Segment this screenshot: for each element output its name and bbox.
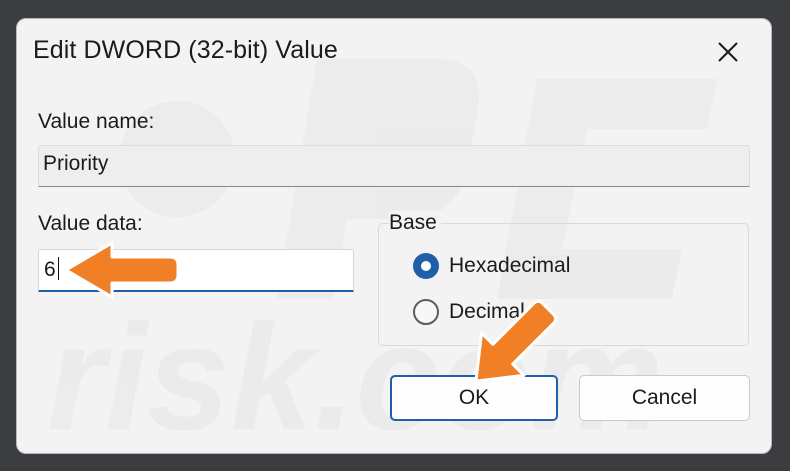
radio-checked-icon [413, 253, 439, 279]
edit-dword-dialog: risk.com Edit DWORD (32-bit) Value Value… [16, 18, 772, 454]
close-icon [718, 42, 738, 62]
radio-decimal-label: Decimal [449, 300, 525, 323]
value-name-field: Priority [38, 145, 750, 187]
text-caret [57, 257, 59, 280]
dialog-title: Edit DWORD (32-bit) Value [33, 36, 338, 64]
value-data-text: 6 [44, 258, 56, 281]
value-data-label: Value data: [38, 212, 143, 235]
ok-button[interactable]: OK [390, 375, 558, 421]
value-data-input[interactable]: 6 [38, 249, 354, 292]
radio-hexadecimal[interactable]: Hexadecimal [413, 253, 570, 279]
radio-decimal[interactable]: Decimal [413, 299, 525, 325]
base-group-box [378, 223, 749, 346]
close-button[interactable] [703, 31, 753, 73]
value-name-label: Value name: [38, 110, 155, 133]
cancel-button[interactable]: Cancel [579, 375, 750, 421]
radio-unchecked-icon [413, 299, 439, 325]
base-legend: Base [389, 211, 441, 235]
screen-background: risk.com Edit DWORD (32-bit) Value Value… [0, 0, 790, 471]
value-name-text: Priority [43, 152, 109, 175]
radio-hexadecimal-label: Hexadecimal [449, 254, 571, 277]
